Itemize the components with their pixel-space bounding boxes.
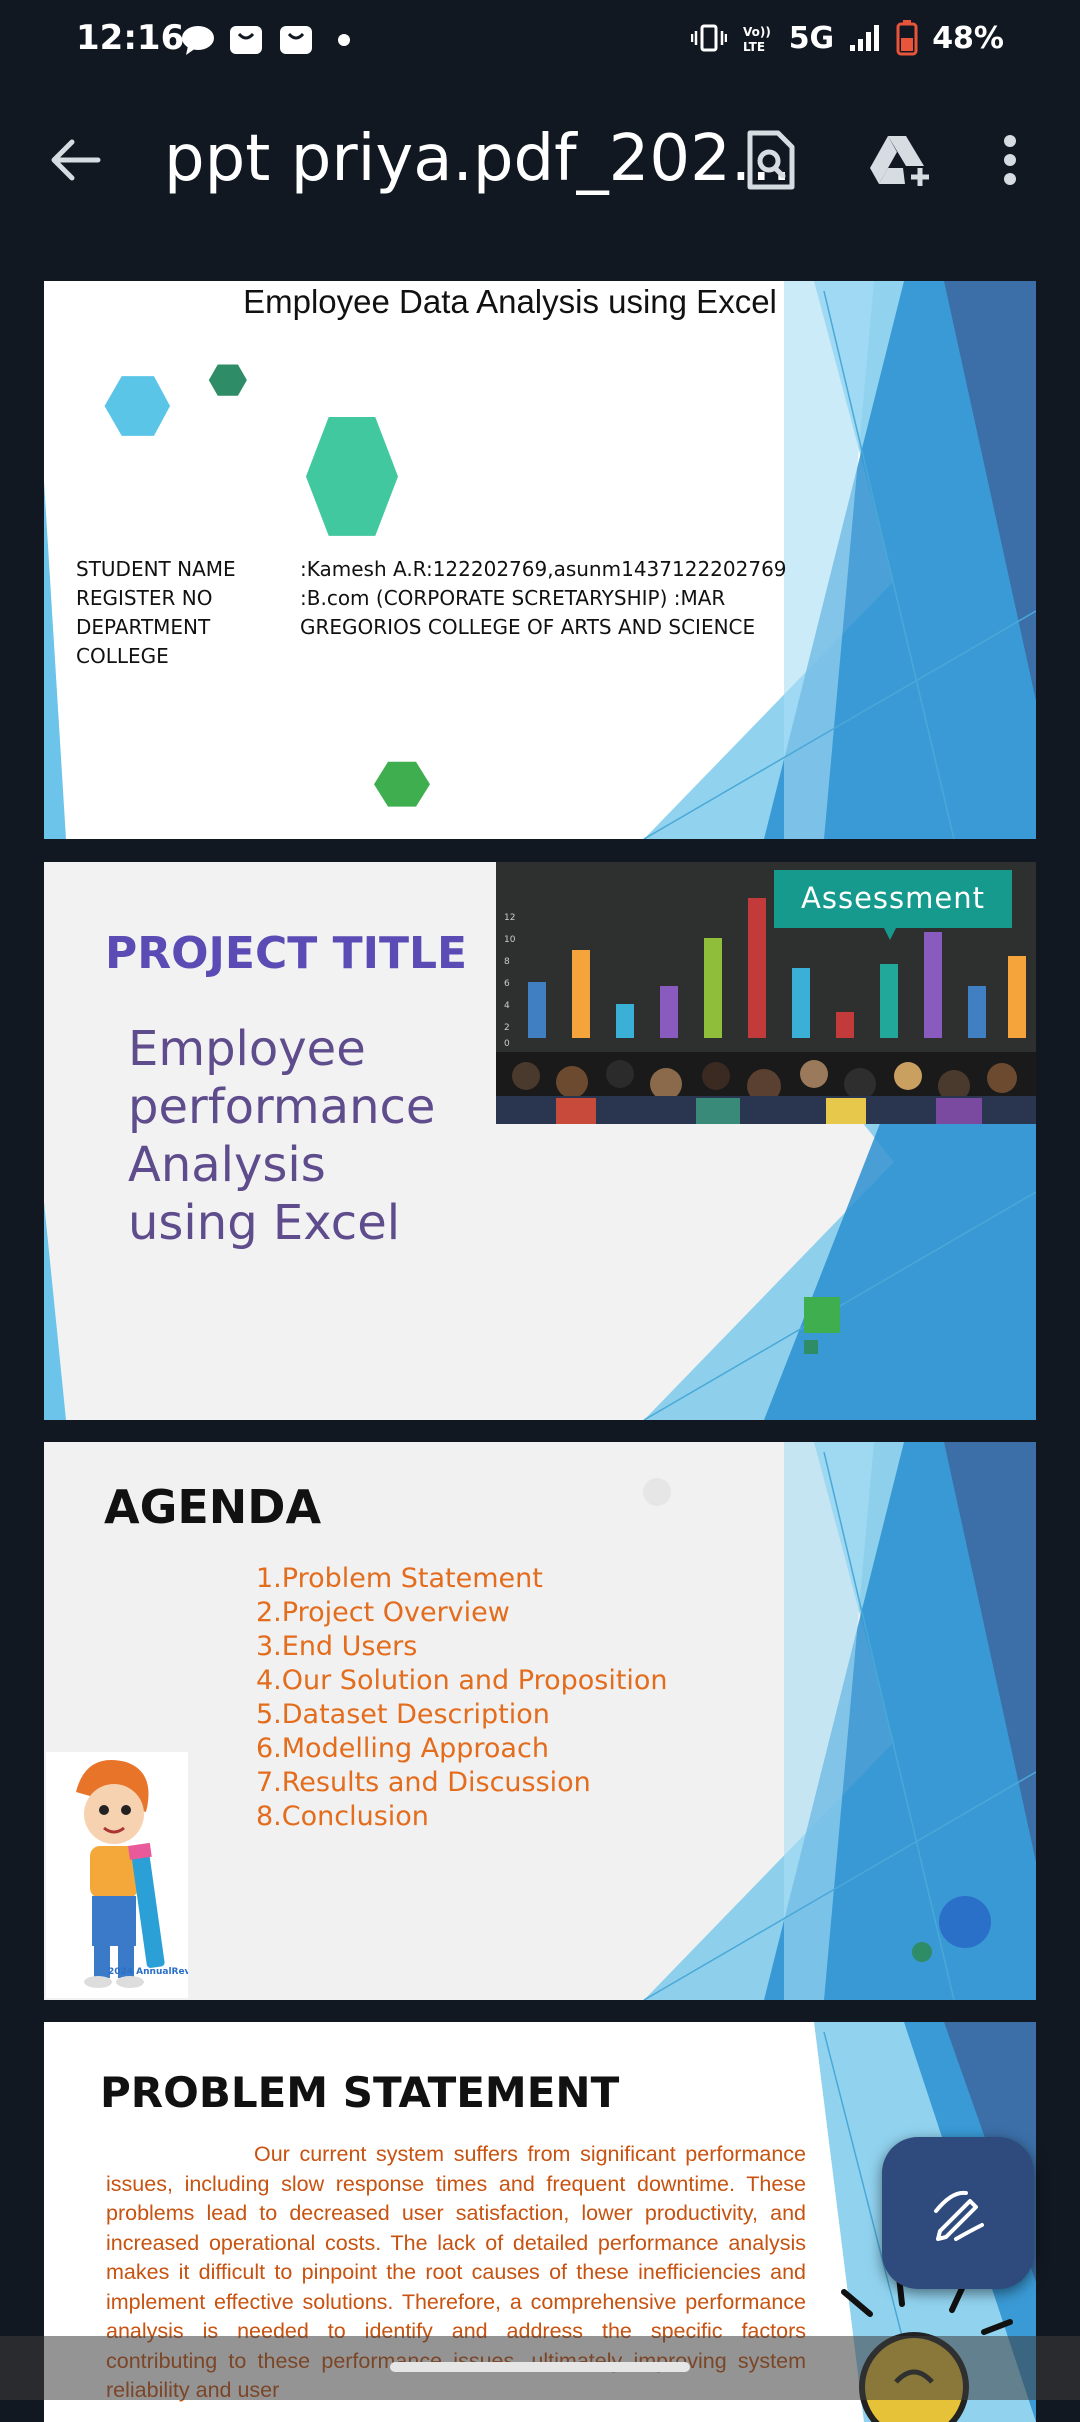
label-student-name: STUDENT NAME [76, 557, 236, 581]
shopping-bag-icon-2 [280, 26, 312, 54]
app-bar: ppt priya.pdf_202... [0, 84, 1080, 234]
status-right-group: Vo)) LTE 5G 48% [690, 20, 1004, 56]
agenda-item: 1.Problem Statement [256, 1563, 543, 1594]
vibrate-icon [690, 24, 727, 52]
value-line-1: :Kamesh A.R:122202769,asunm1437122202769 [300, 557, 787, 581]
slide-2[interactable]: 12 10 8 6 4 2 0 Assessment PROJECT TITLE… [44, 862, 1036, 1420]
project-title-heading: PROJECT TITLE [105, 928, 468, 979]
battery-icon [896, 20, 918, 56]
drive-add-icon [870, 136, 929, 186]
volte-icon: Vo)) LTE [743, 25, 771, 53]
back-button[interactable] [36, 120, 116, 200]
boy-with-pencil-illustration: 2024 AnnualReview [46, 1752, 188, 1998]
problem-statement-heading: PROBLEM STATEMENT [100, 2068, 620, 2117]
slide-1-title: Employee Data Analysis using Excel [243, 283, 777, 320]
more-options-button[interactable] [980, 120, 1040, 200]
agenda-item: 6.Modelling Approach [256, 1733, 549, 1764]
agenda-list: 1.Problem Statement 2.Project Overview 3… [256, 1562, 668, 1834]
svg-text:LTE: LTE [743, 40, 765, 53]
value-line-2: :B.com (CORPORATE SCRETARYSHIP) :MAR [300, 586, 726, 610]
agenda-item: 5.Dataset Description [256, 1699, 550, 1730]
student-values: :Kamesh A.R:122202769,asunm1437122202769… [300, 555, 787, 642]
add-to-drive-button[interactable] [860, 120, 940, 200]
label-college: COLLEGE [76, 644, 169, 668]
agenda-item: 2.Project Overview [256, 1597, 510, 1628]
more-notifications-dot [338, 34, 350, 46]
student-labels: STUDENT NAME REGISTER NO DEPARTMENT COLL… [76, 555, 236, 671]
agenda-item: 3.End Users [256, 1631, 418, 1662]
battery-percent: 48% [932, 20, 1004, 56]
agenda-item: 8.Conclusion [256, 1801, 429, 1832]
axis-tick-12: 12 [504, 913, 515, 923]
status-time: 12:16 [76, 18, 185, 58]
assessment-photo: 12 10 8 6 4 2 0 Assessment [496, 862, 1036, 1124]
axis-tick-4: 4 [504, 1001, 510, 1011]
search-document-button[interactable] [730, 120, 810, 200]
label-register-no: REGISTER NO [76, 586, 213, 610]
assessment-badge: Assessment [801, 881, 985, 915]
signal-icon [850, 25, 880, 51]
home-gesture-handle[interactable] [390, 2362, 690, 2372]
slide-3[interactable]: AGENDA 1.Problem Statement 2.Project Ove… [44, 1442, 1036, 2000]
axis-tick-6: 6 [504, 979, 510, 989]
agenda-item: 4.Our Solution and Proposition [256, 1665, 668, 1696]
project-title-text: Employee performance Analysis using Exce… [128, 1021, 436, 1251]
axis-tick-2: 2 [504, 1023, 510, 1033]
agenda-heading: AGENDA [104, 1480, 322, 1534]
axis-tick-0: 0 [504, 1039, 510, 1049]
axis-tick-8: 8 [504, 957, 510, 967]
slide-1[interactable]: Employee Data Analysis using Excel STUDE… [44, 281, 1036, 839]
shopping-bag-icon [230, 26, 262, 54]
chat-notification-icon [182, 26, 214, 55]
arrow-back-icon [51, 139, 101, 181]
axis-tick-10: 10 [504, 935, 516, 945]
network-type: 5G [788, 20, 835, 56]
label-department: DEPARTMENT [76, 615, 211, 639]
value-line-3: GREGORIOS COLLEGE OF ARTS AND SCIENCE [300, 615, 756, 639]
status-bar: 12:16 Vo)) LTE 5G 48% [0, 0, 1080, 84]
annual-review-logo: 2024 AnnualReview [108, 1967, 188, 1977]
annotate-button[interactable] [882, 2137, 1034, 2289]
document-title: ppt priya.pdf_202... [164, 122, 792, 196]
edit-pen-icon [934, 2190, 984, 2241]
svg-text:Vo)): Vo)) [743, 25, 771, 39]
more-vert-icon [1004, 135, 1016, 185]
document-search-icon [747, 130, 795, 190]
agenda-item: 7.Results and Discussion [256, 1767, 591, 1798]
